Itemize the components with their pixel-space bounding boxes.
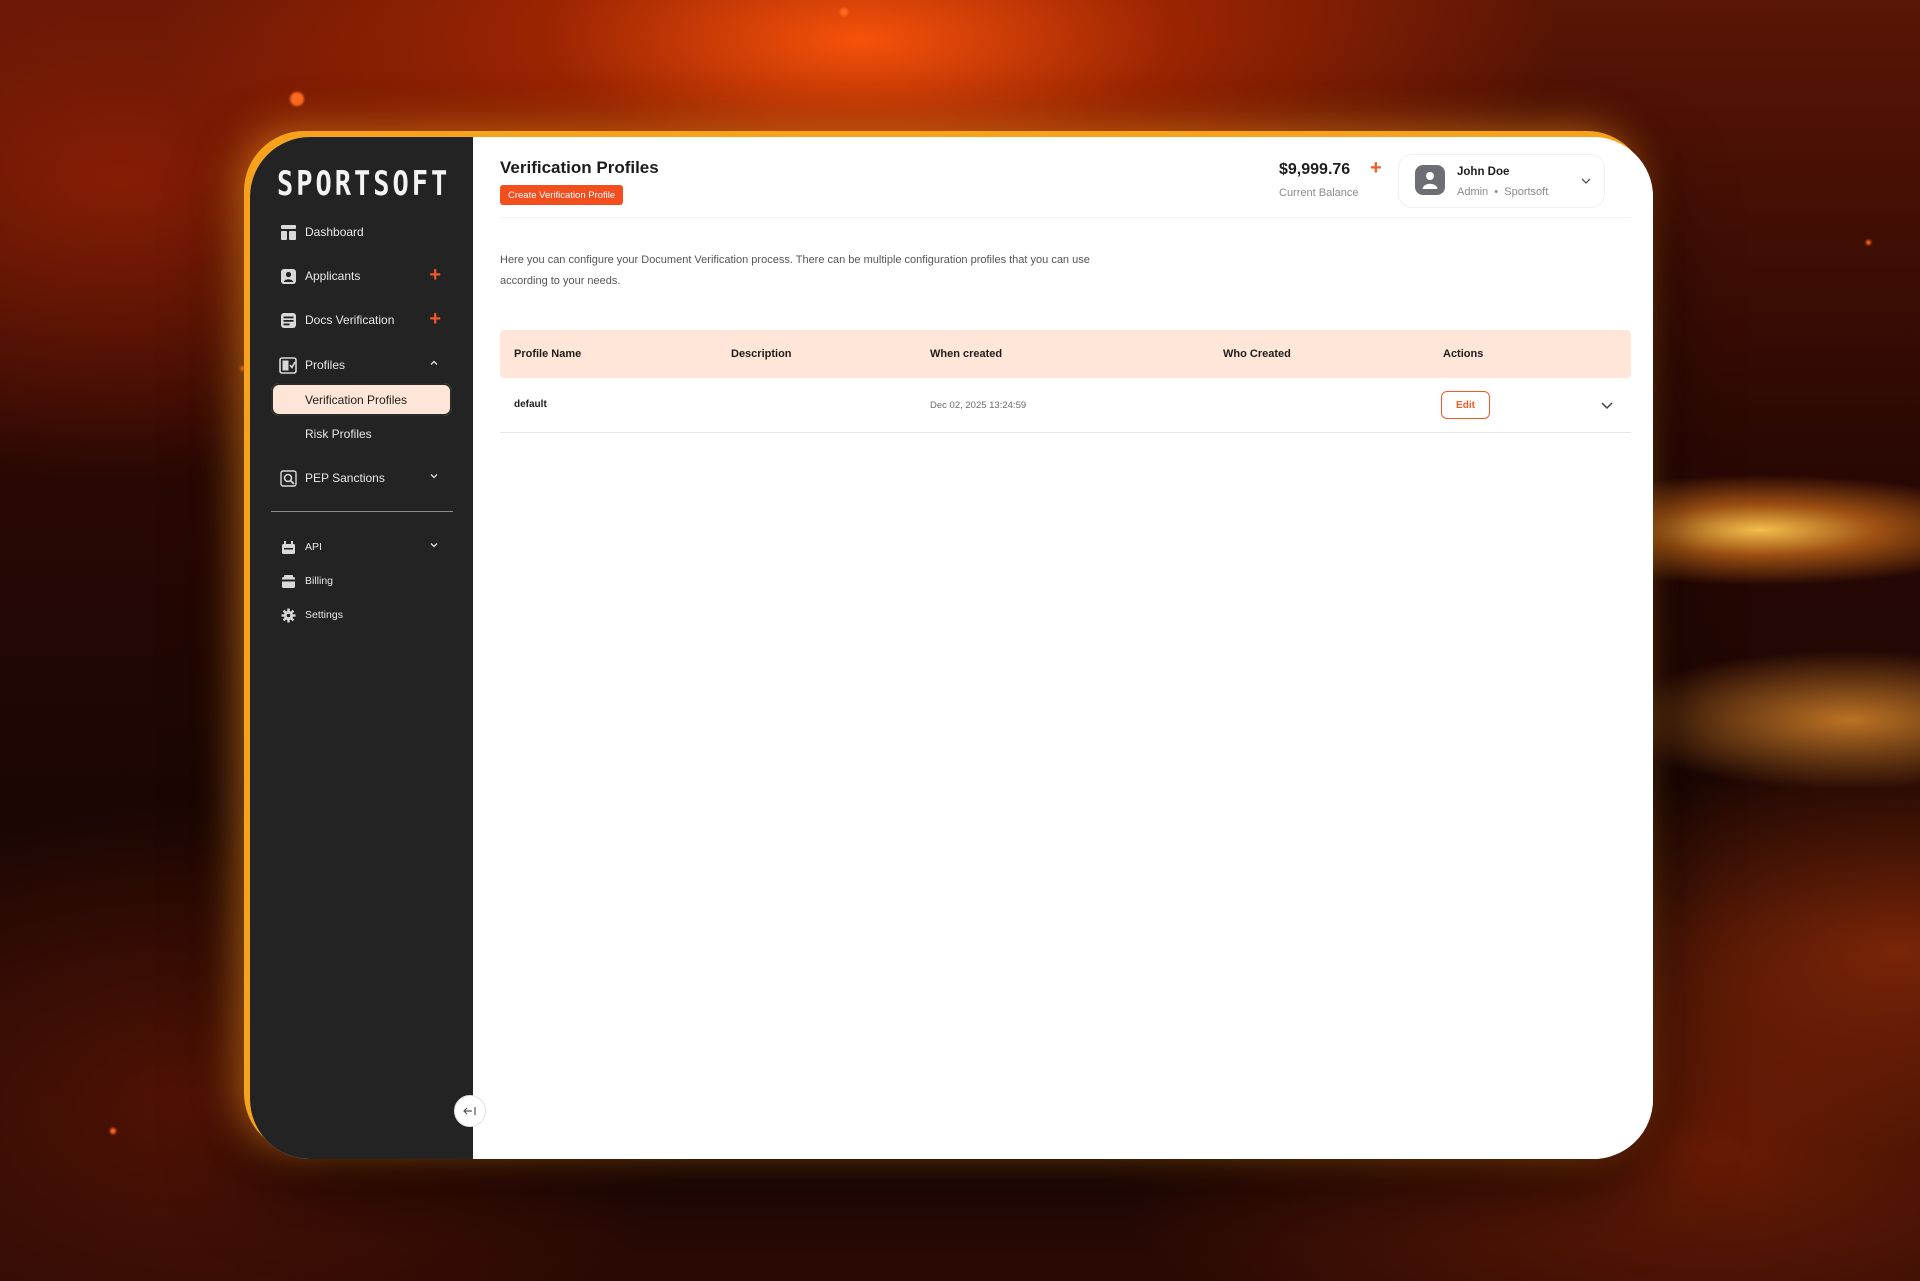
column-header-actions: Actions — [1443, 348, 1484, 360]
sidebar-item-billing[interactable]: Billing — [270, 564, 452, 598]
settings-gear-icon — [279, 606, 297, 624]
when-created-cell: Dec 02, 2025 13:24:59 — [930, 400, 1027, 411]
sidebar-item-api[interactable]: API — [270, 530, 452, 564]
user-icon — [1422, 172, 1438, 189]
chevron-down-icon[interactable] — [1600, 398, 1614, 412]
page-description: Here you can configure your Document Ver… — [500, 254, 1090, 287]
app-window: SPORTSOFT Dashboard Applicants + Docs Ve… — [250, 137, 1653, 1159]
add-balance-button[interactable]: + — [1370, 157, 1382, 180]
add-docs-verification-button[interactable]: + — [429, 309, 441, 329]
profile-name-cell: default — [514, 399, 547, 410]
user-menu[interactable]: John Doe Admin • Sportsoft — [1398, 154, 1605, 208]
sidebar: SPORTSOFT Dashboard Applicants + Docs Ve… — [250, 137, 473, 1159]
collapse-sidebar-button[interactable] — [454, 1095, 486, 1127]
sidebar-item-applicants[interactable]: Applicants + — [270, 259, 452, 293]
sidebar-item-label: Settings — [305, 609, 343, 621]
sidebar-divider — [271, 511, 453, 512]
collapse-arrow-icon — [463, 1107, 476, 1115]
billing-icon — [279, 572, 297, 590]
pep-search-icon — [279, 469, 297, 487]
background-spark — [1866, 240, 1871, 245]
sidebar-item-risk-profiles[interactable]: Risk Profiles — [271, 417, 452, 450]
sidebar-item-label: Profiles — [305, 358, 346, 372]
chevron-down-icon[interactable] — [429, 471, 439, 481]
page-title: Verification Profiles — [500, 158, 659, 177]
user-role: Admin • Sportsoft — [1457, 186, 1549, 198]
profiles-icon — [279, 356, 297, 374]
avatar — [1415, 165, 1445, 195]
sidebar-item-label: PEP Sanctions — [305, 471, 385, 485]
dashboard-icon — [279, 223, 297, 241]
main-content: Verification Profiles Create Verificatio… — [473, 137, 1653, 1159]
table-row: default Dec 02, 2025 13:24:59 Edit — [500, 378, 1631, 433]
current-balance-value: $9,999.76 — [1279, 161, 1351, 178]
sidebar-item-label: Billing — [305, 575, 334, 587]
background-spark — [240, 366, 245, 371]
table-header: Profile Name Description When created Wh… — [500, 330, 1631, 378]
user-name: John Doe — [1457, 166, 1510, 178]
create-verification-profile-button[interactable]: Create Verification Profile — [500, 185, 624, 205]
background-spark — [290, 92, 304, 106]
add-applicant-button[interactable]: + — [429, 265, 441, 285]
sidebar-item-docs-verification[interactable]: Docs Verification + — [270, 303, 452, 337]
docs-icon — [279, 311, 297, 329]
chevron-down-icon[interactable] — [429, 540, 439, 550]
sidebar-item-dashboard[interactable]: Dashboard — [270, 215, 452, 249]
sidebar-item-label: Dashboard — [305, 225, 364, 239]
current-balance-label: Current Balance — [1279, 187, 1359, 199]
app-logo: SPORTSOFT — [277, 165, 451, 204]
applicant-icon — [279, 267, 297, 285]
sidebar-item-label: Applicants — [305, 269, 361, 283]
sidebar-item-settings[interactable]: Settings — [270, 598, 452, 632]
chevron-down-icon[interactable] — [1580, 175, 1592, 187]
profiles-table: Profile Name Description When created Wh… — [500, 330, 1631, 433]
sidebar-item-label: API — [305, 541, 322, 553]
column-header-profile-name: Profile Name — [514, 348, 582, 360]
sidebar-item-verification-profiles[interactable]: Verification Profiles — [271, 383, 452, 416]
sidebar-item-label: Risk Profiles — [305, 426, 372, 441]
sidebar-item-profiles[interactable]: Profiles — [270, 348, 452, 382]
column-header-who-created: Who Created — [1223, 348, 1291, 360]
background-spark — [840, 8, 848, 16]
sidebar-item-label: Verification Profiles — [305, 392, 408, 407]
column-header-description: Description — [731, 348, 792, 360]
sidebar-item-pep-sanctions[interactable]: PEP Sanctions — [270, 461, 452, 495]
edit-button[interactable]: Edit — [1441, 391, 1490, 419]
sidebar-item-label: Docs Verification — [305, 313, 395, 327]
column-header-when-created: When created — [930, 348, 1003, 360]
background-spark — [110, 1128, 116, 1134]
chevron-up-icon[interactable] — [429, 358, 439, 368]
header-divider — [500, 217, 1631, 218]
api-icon — [279, 538, 297, 556]
